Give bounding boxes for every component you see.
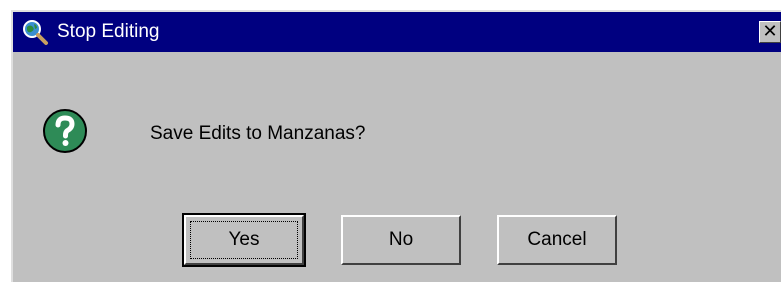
stop-editing-dialog: Stop Editing ✕ Save Edits to Manzanas? Y…	[11, 10, 781, 282]
question-icon	[41, 107, 89, 155]
cancel-button[interactable]: Cancel	[497, 215, 617, 265]
no-button[interactable]: No	[341, 215, 461, 265]
yes-button-label: Yes	[190, 221, 298, 259]
dialog-message: Save Edits to Manzanas?	[150, 123, 366, 144]
globe-magnifier-icon	[21, 18, 49, 46]
window-title: Stop Editing	[57, 21, 160, 42]
title-bar[interactable]: Stop Editing ✕	[13, 12, 781, 52]
yes-button[interactable]: Yes	[182, 213, 306, 267]
close-button[interactable]: ✕	[759, 21, 781, 43]
